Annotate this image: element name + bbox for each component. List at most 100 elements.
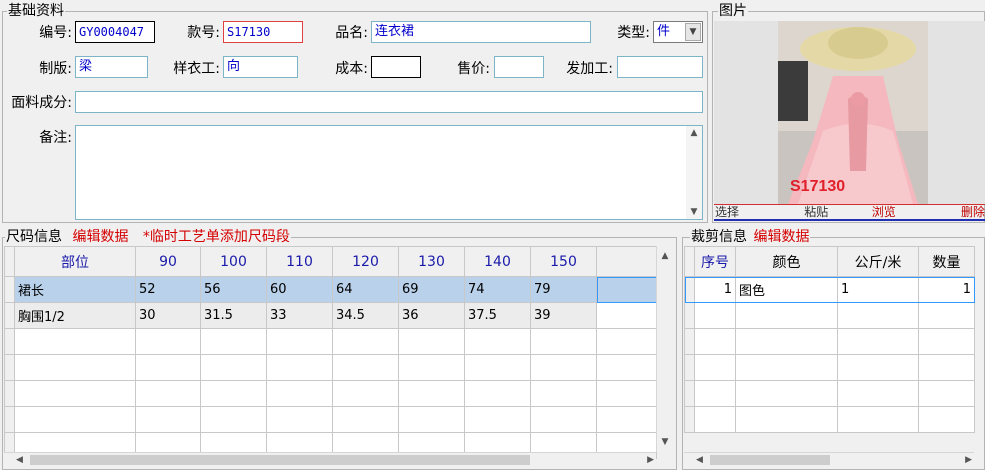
table-cell[interactable] (735, 328, 838, 355)
product-photo[interactable]: S17130 (778, 21, 928, 204)
row-header[interactable] (4, 276, 15, 303)
table-cell[interactable] (735, 380, 838, 407)
table-cell[interactable] (530, 380, 597, 407)
style-field[interactable]: S17130 (223, 21, 303, 43)
table-cell[interactable] (332, 354, 399, 381)
table-cell[interactable]: 31.5 (200, 302, 267, 329)
column-header[interactable]: 90 (135, 246, 201, 277)
table-cell[interactable] (837, 380, 919, 407)
table-cell[interactable] (464, 406, 531, 433)
table-cell[interactable] (918, 354, 975, 381)
table-cell[interactable]: 69 (398, 276, 465, 303)
table-cell[interactable] (464, 380, 531, 407)
table-cell[interactable] (837, 302, 919, 329)
table-cell[interactable] (918, 302, 975, 329)
table-cell[interactable]: 56 (200, 276, 267, 303)
table-cell[interactable] (266, 354, 333, 381)
table-cell[interactable]: 79 (530, 276, 597, 303)
scroll-up-icon[interactable]: ▲ (657, 249, 673, 263)
row-header[interactable] (4, 328, 15, 355)
table-cell[interactable] (398, 380, 465, 407)
table-cell[interactable] (530, 406, 597, 433)
table-cell[interactable] (135, 380, 201, 407)
table-cell[interactable] (837, 328, 919, 355)
row-header[interactable] (684, 406, 695, 433)
table-cell[interactable]: 图色 (735, 276, 838, 303)
table-cell[interactable]: 64 (332, 276, 399, 303)
table-cell[interactable]: 1 (918, 276, 975, 303)
column-header[interactable]: 公斤/米 (837, 246, 919, 277)
table-row-empty[interactable] (684, 406, 975, 433)
remark-textarea[interactable]: ▲ ▼ (75, 125, 703, 220)
outsource-field[interactable] (617, 56, 703, 78)
table-cell[interactable] (398, 328, 465, 355)
table-cell[interactable] (135, 328, 201, 355)
column-header[interactable]: 数量 (918, 246, 975, 277)
chevron-down-icon[interactable]: ▼ (685, 23, 701, 41)
table-cell[interactable] (735, 354, 838, 381)
row-header[interactable] (4, 406, 15, 433)
scroll-thumb[interactable] (710, 455, 830, 465)
table-cell[interactable]: 37.5 (464, 302, 531, 329)
table-cell[interactable]: 39 (530, 302, 597, 329)
table-row-empty[interactable] (684, 354, 975, 381)
code-field[interactable]: GY0004047 (75, 21, 155, 43)
remark-scrollbar[interactable]: ▲ ▼ (686, 126, 702, 219)
table-cell[interactable]: 胸围1/2 (14, 302, 136, 329)
table-cell[interactable]: 1 (694, 276, 736, 303)
table-cell[interactable] (14, 380, 136, 407)
table-cell[interactable] (694, 406, 736, 433)
table-row-empty[interactable] (684, 328, 975, 355)
size-table-scrollbar[interactable]: ▲ ▼ (656, 246, 673, 452)
table-cell[interactable]: 74 (464, 276, 531, 303)
row-header[interactable] (684, 380, 695, 407)
column-header[interactable]: 130 (398, 246, 465, 277)
table-row-empty[interactable] (4, 380, 657, 407)
cut-edit-link[interactable]: 编辑数据 (753, 229, 809, 245)
table-cell[interactable] (398, 354, 465, 381)
sample-field[interactable]: 向 (223, 56, 298, 78)
table-row-empty[interactable] (4, 328, 657, 355)
row-header[interactable] (4, 302, 15, 329)
table-row[interactable]: 胸围1/2 30 31.5 33 34.5 36 37.5 39 (4, 302, 657, 329)
scroll-right-icon[interactable]: ▶ (965, 453, 972, 468)
scroll-down-icon[interactable]: ▼ (686, 207, 702, 217)
column-header[interactable]: 部位 (14, 246, 136, 277)
table-cell[interactable]: 30 (135, 302, 201, 329)
table-cell[interactable] (694, 328, 736, 355)
type-select[interactable]: 件 ▼ (653, 21, 703, 43)
column-header[interactable]: 颜色 (735, 246, 838, 277)
cost-field[interactable] (371, 56, 421, 78)
table-cell[interactable] (694, 380, 736, 407)
scroll-thumb[interactable] (30, 455, 530, 465)
column-header[interactable]: 序号 (694, 246, 736, 277)
table-cell[interactable] (837, 354, 919, 381)
row-header[interactable] (684, 328, 695, 355)
table-cell[interactable] (694, 302, 736, 329)
row-header[interactable] (684, 354, 695, 381)
table-cell[interactable] (332, 380, 399, 407)
table-cell[interactable] (464, 354, 531, 381)
table-row-empty[interactable] (684, 380, 975, 407)
table-cell[interactable] (530, 328, 597, 355)
column-header[interactable]: 110 (266, 246, 333, 277)
table-cell[interactable]: 34.5 (332, 302, 399, 329)
table-row[interactable]: 1 图色 1 1 (684, 276, 975, 303)
table-cell[interactable]: 52 (135, 276, 201, 303)
row-header[interactable] (4, 354, 15, 381)
table-cell[interactable]: 36 (398, 302, 465, 329)
delete-photo-button[interactable]: 删除 (918, 205, 985, 219)
table-cell[interactable] (735, 406, 838, 433)
table-cell[interactable] (918, 406, 975, 433)
table-cell[interactable]: 裙长 (14, 276, 136, 303)
table-cell[interactable] (332, 406, 399, 433)
table-cell[interactable] (135, 354, 201, 381)
column-header[interactable]: 120 (332, 246, 399, 277)
price-field[interactable] (494, 56, 544, 78)
table-cell[interactable] (200, 406, 267, 433)
table-cell[interactable] (694, 354, 736, 381)
table-cell[interactable] (266, 328, 333, 355)
column-header[interactable]: 140 (464, 246, 531, 277)
column-header[interactable]: 100 (200, 246, 267, 277)
name-field[interactable]: 连衣裙 (371, 21, 591, 43)
